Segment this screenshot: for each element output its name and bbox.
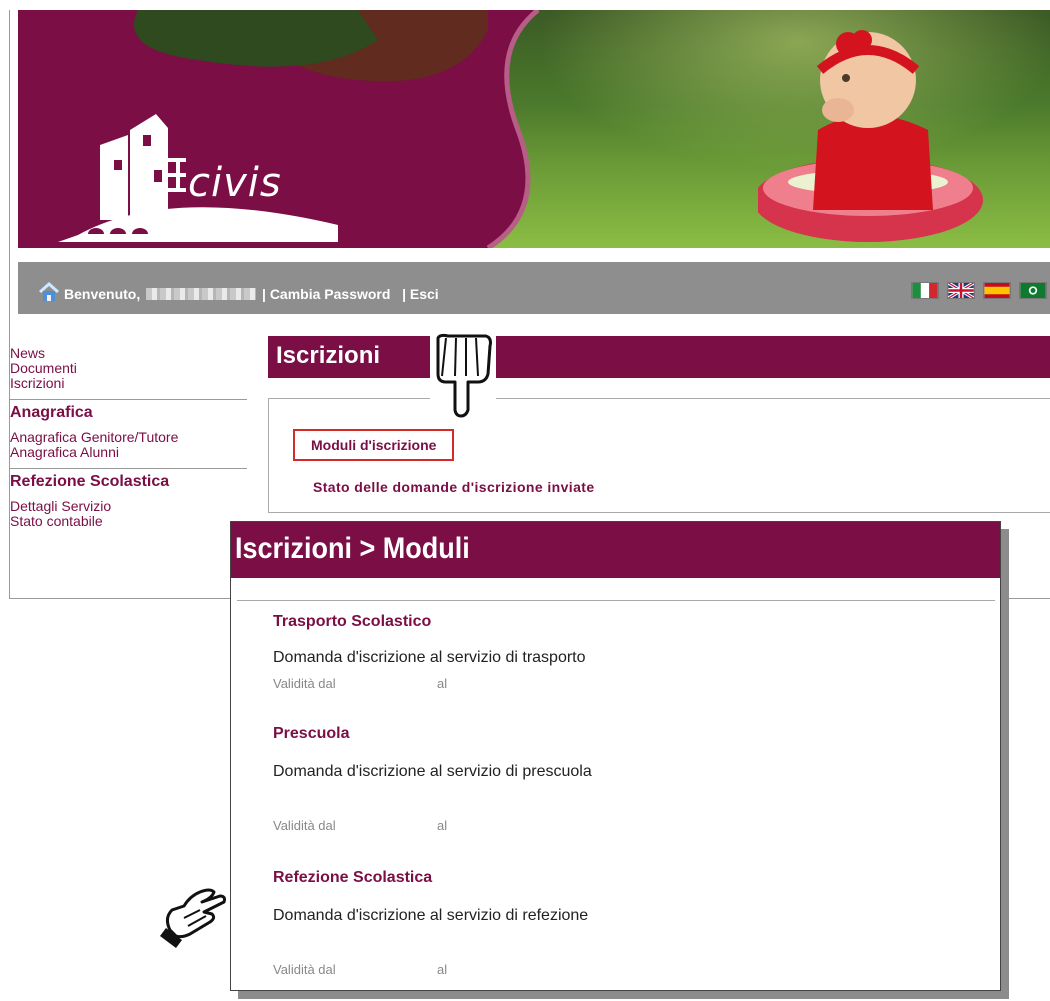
page-frame: civis Benvenuto, | Cambia Password | Esc… (9, 10, 1050, 599)
sidebar-item-documenti[interactable]: Documenti (10, 361, 247, 376)
section-prescuola-title: Prescuola (273, 725, 350, 742)
pointing-hand-icon (430, 332, 496, 418)
flag-uk-icon[interactable] (947, 282, 975, 299)
refezione-request-link[interactable]: Domanda d'iscrizione al servizio di refe… (273, 907, 588, 925)
divider (10, 399, 247, 400)
section-refezione-title: Refezione Scolastica (273, 869, 433, 886)
welcome-text: Benvenuto, (64, 286, 141, 302)
validity-to-label: al (437, 676, 448, 691)
sidebar-item-iscrizioni[interactable]: Iscrizioni (10, 376, 247, 391)
popup-title: Iscrizioni > Moduli (235, 532, 470, 565)
sidebar-item-anagrafica-genitore[interactable]: Anagrafica Genitore/Tutore (10, 430, 247, 445)
user-name-redacted (146, 288, 257, 300)
flag-es-icon[interactable] (983, 282, 1011, 299)
sidebar: News Documenti Iscrizioni Anagrafica Ana… (10, 346, 247, 529)
moduli-popup: Iscrizioni > Moduli Trasporto Scolastico… (230, 521, 1001, 991)
sidebar-item-anagrafica-alunni[interactable]: Anagrafica Alunni (10, 445, 247, 460)
iscrizioni-menu: Moduli d'iscrizione Stato delle domande … (268, 398, 1050, 513)
validity-to-label: al (437, 962, 448, 977)
flag-it-icon[interactable] (911, 282, 939, 299)
validity-from-label: Validità dal (273, 962, 336, 977)
sidebar-item-news[interactable]: News (10, 346, 247, 361)
welcome-bar: Benvenuto, | Cambia Password | Esci (18, 262, 1050, 314)
flag-other-icon[interactable] (1019, 282, 1047, 299)
trasporto-validity: Validità dal al (273, 676, 447, 691)
sidebar-item-dettagli-servizio[interactable]: Dettagli Servizio (10, 499, 247, 514)
banner-photo (758, 30, 983, 242)
logout-link[interactable]: | Esci (402, 286, 439, 302)
divider (10, 468, 247, 469)
popup-header: Iscrizioni > Moduli (231, 522, 1000, 578)
prescuola-validity: Validità dal al (273, 818, 447, 833)
page-title: Iscrizioni (276, 342, 381, 369)
pointing-hand-icon (160, 888, 226, 948)
home-icon[interactable] (38, 281, 60, 305)
refezione-validity: Validità dal al (273, 962, 447, 977)
trasporto-request-link[interactable]: Domanda d'iscrizione al servizio di tras… (273, 649, 586, 667)
validity-to-label: al (437, 818, 448, 833)
prescuola-request-link[interactable]: Domanda d'iscrizione al servizio di pres… (273, 763, 592, 781)
header-banner: civis (18, 10, 1050, 248)
page-title-bar: Iscrizioni (268, 336, 1050, 378)
section-title-refezione: Refezione Scolastica (10, 473, 170, 490)
change-password-link[interactable]: | Cambia Password (262, 286, 390, 302)
validity-from-label: Validità dal (273, 818, 336, 833)
section-title-anagrafica: Anagrafica (10, 404, 93, 421)
logo-text: civis (188, 160, 282, 206)
moduli-iscrizione-link[interactable]: Moduli d'iscrizione (293, 429, 455, 461)
stato-domande-link[interactable]: Stato delle domande d'iscrizione inviate (313, 479, 595, 495)
sidebar-item-stato-contabile[interactable]: Stato contabile (10, 514, 247, 529)
validity-from-label: Validità dal (273, 676, 336, 691)
popup-body: Trasporto Scolastico Domanda d'iscrizion… (237, 600, 995, 987)
section-trasporto-title: Trasporto Scolastico (273, 613, 432, 630)
